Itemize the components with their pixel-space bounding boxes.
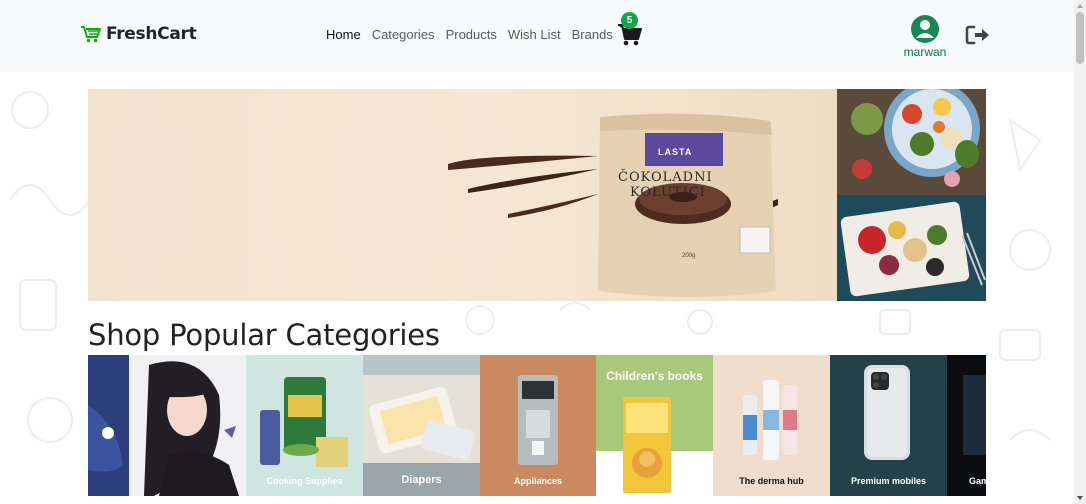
food-platter-image xyxy=(837,195,986,301)
main-nav: Home Categories Products Wish List Brand… xyxy=(326,27,624,42)
cart-button[interactable]: 5 xyxy=(616,12,644,46)
scrollbar-thumb[interactable] xyxy=(1076,12,1084,64)
hero-main-slide[interactable]: LASTA ČOKOLADNI KOLUTIĆI 200g xyxy=(88,89,837,301)
category-image-girl xyxy=(129,355,246,496)
category-label: Premium mobiles xyxy=(850,476,927,486)
hero-side-image-platter[interactable] xyxy=(837,195,986,301)
hero-product-image xyxy=(448,113,778,297)
category-image-appliances xyxy=(480,355,596,496)
category-card-cooking-supplies[interactable]: Cooking Supplies xyxy=(246,355,363,496)
category-card-gaming-partial[interactable]: Gam xyxy=(947,355,986,496)
category-card-premium-mobiles[interactable]: Premium mobiles xyxy=(830,355,947,496)
categories-slider[interactable]: Cooking Supplies Diapers Appliances Chil… xyxy=(88,355,986,496)
category-label: Cooking Supplies xyxy=(266,476,343,486)
category-image-gaming-partial xyxy=(947,355,986,496)
nav-link-categories[interactable]: Categories xyxy=(372,27,435,42)
nav-link-products[interactable]: Products xyxy=(446,27,497,42)
scroll-down-arrow-icon[interactable] xyxy=(1077,496,1083,500)
category-card-partial[interactable] xyxy=(88,355,129,496)
nav-link-home[interactable]: Home xyxy=(326,27,361,42)
page-scrollbar[interactable] xyxy=(1074,0,1086,504)
category-image-mobiles xyxy=(830,355,947,496)
category-image-cooking-supplies xyxy=(246,355,363,496)
category-card-diapers[interactable]: Diapers xyxy=(363,355,480,496)
hero-product-brand: LASTA xyxy=(658,147,693,157)
category-label: The derma hub xyxy=(739,476,804,486)
user-menu[interactable]: marwan xyxy=(900,14,950,59)
hero-side-image-salad[interactable] xyxy=(837,89,986,195)
category-label: Gam xyxy=(969,476,986,486)
brand-name: FreshCart xyxy=(106,24,197,44)
hero-product-weight: 200g xyxy=(682,253,696,259)
category-card-childrens-books[interactable]: Children's books xyxy=(596,355,713,496)
user-circle-icon xyxy=(911,15,939,43)
category-card-appliances[interactable]: Appliances xyxy=(480,355,596,496)
salad-bowl-image xyxy=(837,89,986,195)
scroll-up-arrow-icon[interactable] xyxy=(1077,4,1083,8)
user-name: marwan xyxy=(903,45,947,59)
nav-link-brands[interactable]: Brands xyxy=(572,27,613,42)
sign-out-icon xyxy=(965,25,989,45)
category-card-derma-hub[interactable]: The derma hub xyxy=(713,355,830,496)
category-label: Appliances xyxy=(513,476,562,486)
logout-button[interactable] xyxy=(965,24,991,46)
category-image-fashion-partial xyxy=(88,355,129,496)
hero-product-name-2: KOLUTIĆI xyxy=(630,185,706,200)
category-image-derma xyxy=(713,355,830,496)
category-label: Children's books xyxy=(606,369,703,383)
cart-count-badge: 5 xyxy=(621,12,638,29)
hero-product-name-1: ČOKOLADNI xyxy=(618,170,713,185)
category-card-womens-fashion[interactable] xyxy=(129,355,246,496)
brand-logo[interactable]: FreshCart xyxy=(80,24,197,44)
nav-link-wish-list[interactable]: Wish List xyxy=(508,27,561,42)
category-label: Diapers xyxy=(401,474,442,486)
top-navbar: FreshCart Home Categories Products Wish … xyxy=(0,0,1074,72)
section-title-popular-categories: Shop Popular Categories xyxy=(88,318,440,352)
cart-icon xyxy=(81,26,101,43)
